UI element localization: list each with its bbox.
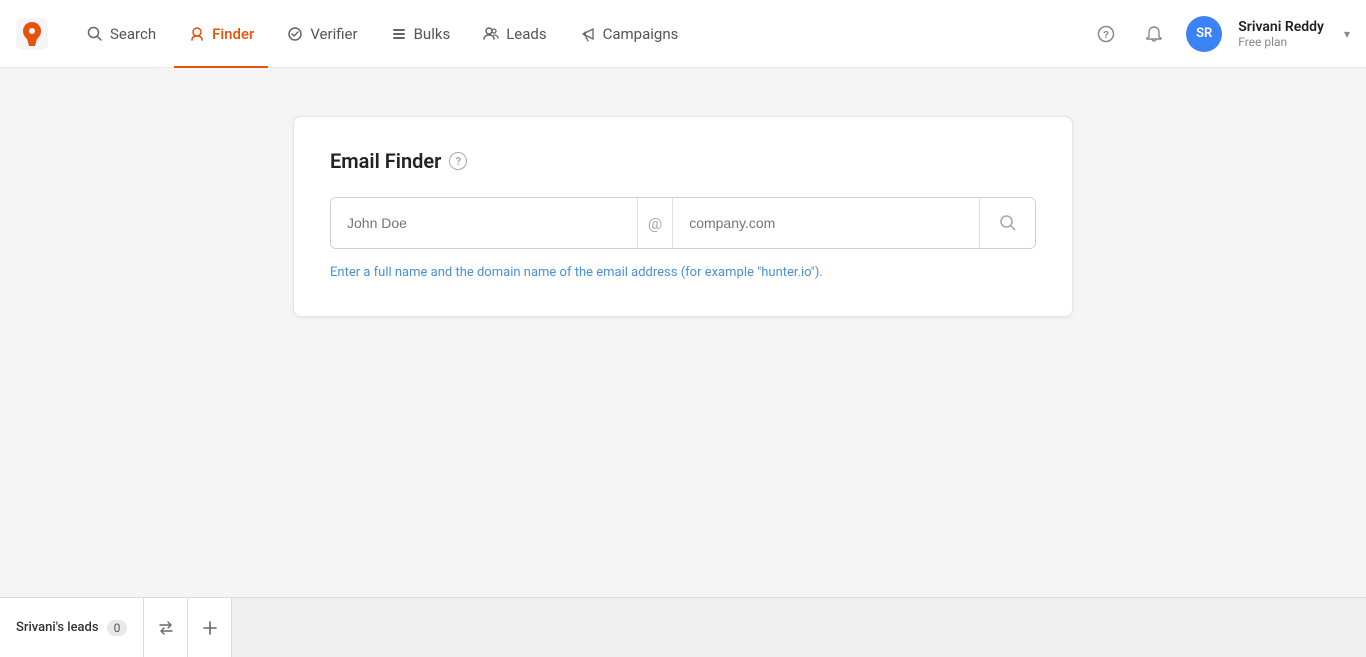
email-finder-search-row: @ xyxy=(330,197,1036,249)
finder-icon xyxy=(188,25,206,43)
nav-item-bulks[interactable]: Bulks xyxy=(376,0,465,68)
email-finder-title: Email Finder xyxy=(330,149,441,173)
campaigns-icon xyxy=(579,25,597,43)
leads-tab-count: 0 xyxy=(107,620,128,636)
logo[interactable] xyxy=(16,18,48,50)
find-button[interactable] xyxy=(979,198,1035,248)
leads-tab[interactable]: Srivani's leads 0 xyxy=(0,598,144,657)
at-separator: @ xyxy=(637,198,673,248)
nav-label-finder: Finder xyxy=(212,25,254,43)
nav-label-verifier: Verifier xyxy=(310,25,357,43)
nav-item-verifier[interactable]: Verifier xyxy=(272,0,371,68)
card-help-icon[interactable]: ? xyxy=(449,152,467,170)
nav-item-leads[interactable]: Leads xyxy=(468,0,560,68)
domain-input[interactable] xyxy=(673,198,979,248)
user-info[interactable]: Srivani Reddy Free plan xyxy=(1238,19,1324,49)
notifications-button[interactable] xyxy=(1138,18,1170,50)
verifier-icon xyxy=(286,25,304,43)
bulks-icon xyxy=(390,25,408,43)
hint-text: Enter a full name and the domain name of… xyxy=(330,265,1036,280)
name-input[interactable] xyxy=(331,198,637,248)
nav-label-leads: Leads xyxy=(506,25,546,43)
user-name: Srivani Reddy xyxy=(1238,19,1324,35)
main-content: Email Finder ? @ Enter a full name and t… xyxy=(0,68,1366,597)
nav-item-campaigns[interactable]: Campaigns xyxy=(565,0,693,68)
navbar: Search Finder Verifier xyxy=(0,0,1366,68)
email-finder-card: Email Finder ? @ Enter a full name and t… xyxy=(293,116,1073,317)
transfer-button[interactable] xyxy=(144,598,188,657)
nav-label-search: Search xyxy=(110,25,156,43)
search-icon xyxy=(86,25,104,43)
nav-item-finder[interactable]: Finder xyxy=(174,0,268,68)
svg-text:?: ? xyxy=(1103,30,1109,41)
card-title-row: Email Finder ? xyxy=(330,149,1036,173)
user-plan: Free plan xyxy=(1238,35,1324,49)
nav-label-campaigns: Campaigns xyxy=(603,25,679,43)
leads-tab-label: Srivani's leads xyxy=(16,620,99,635)
nav-right: ? SR Srivani Reddy Free plan ▾ xyxy=(1090,16,1350,52)
nav-label-bulks: Bulks xyxy=(414,25,451,43)
leads-icon xyxy=(482,25,500,43)
user-avatar[interactable]: SR xyxy=(1186,16,1222,52)
chevron-down-icon: ▾ xyxy=(1344,27,1350,41)
help-button[interactable]: ? xyxy=(1090,18,1122,50)
nav-item-search[interactable]: Search xyxy=(72,0,170,68)
add-tab-button[interactable] xyxy=(188,598,232,657)
bottom-bar: Srivani's leads 0 xyxy=(0,597,1366,657)
nav-links: Search Finder Verifier xyxy=(72,0,1090,68)
